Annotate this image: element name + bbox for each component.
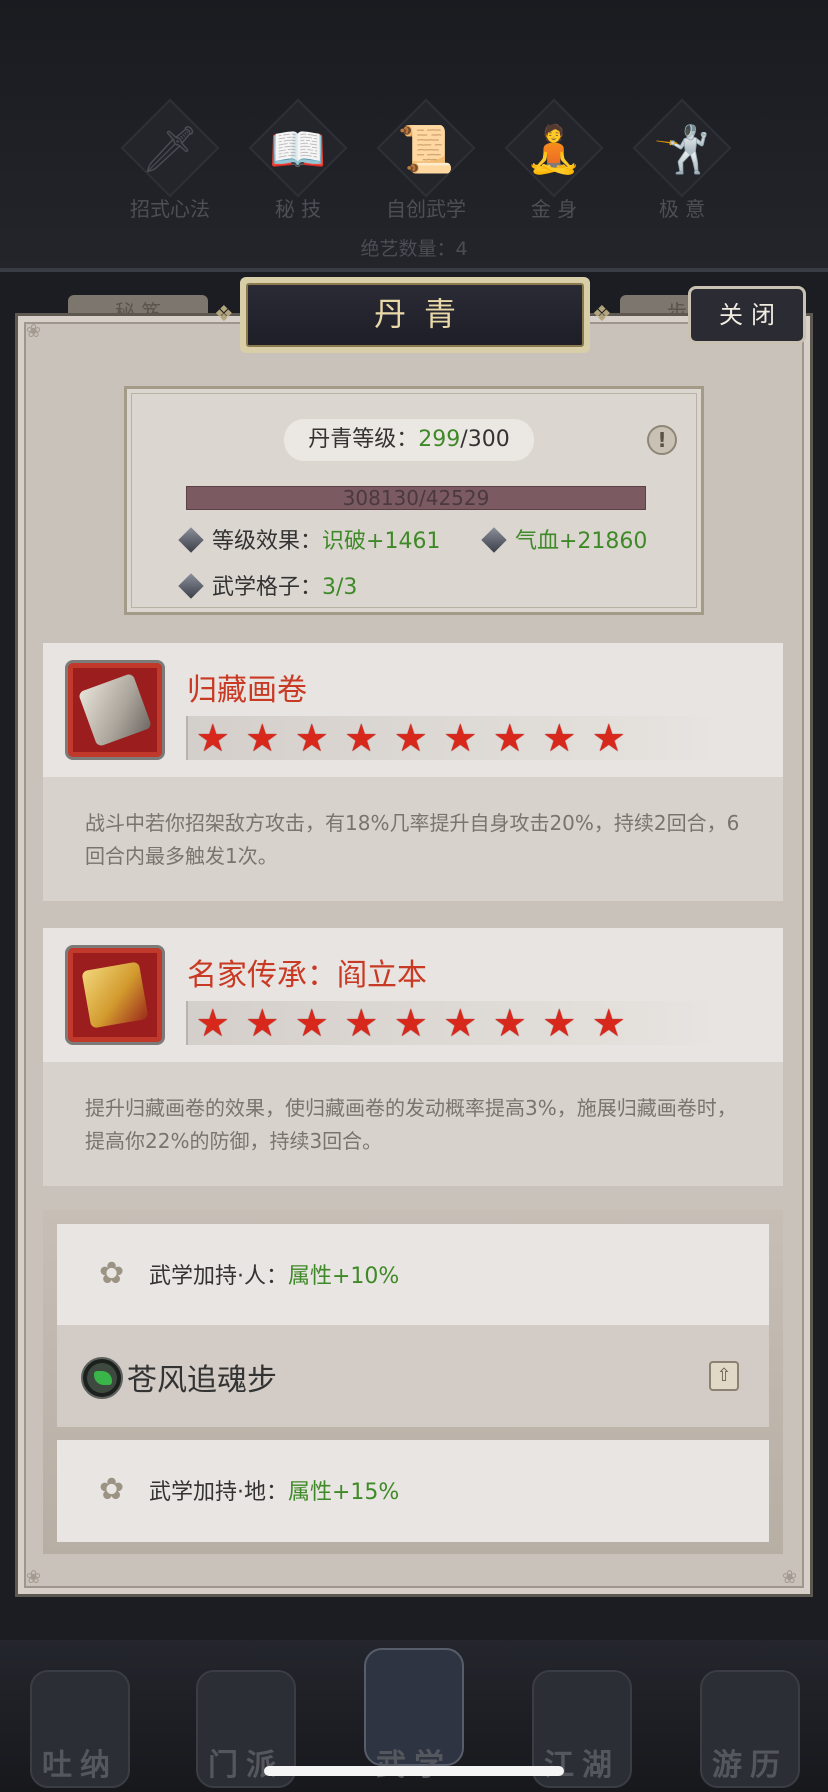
star-icon: ★ — [443, 1001, 478, 1045]
skill-description: 战斗中若你招架敌方攻击，有18%几率提升自身攻击20%，持续2回合，6回合内最多… — [43, 777, 783, 901]
gem-icon — [178, 527, 204, 553]
nav-label: 吐纳 — [42, 1748, 118, 1783]
category-row: 🗡 招式心法 📖 秘 技 📜 自创武学 🧘 金 身 🤺 极 意 — [100, 98, 732, 221]
star-icon: ★ — [344, 1001, 379, 1045]
skill-name: 名家传承：阎立本 — [187, 958, 427, 993]
category-label: 极 意 — [658, 197, 706, 221]
home-indicator[interactable] — [264, 1766, 564, 1776]
skill-card-1[interactable]: 归藏画卷 ★ ★ ★ ★ ★ ★ ★ ★ ★ 战斗中若你招架敌方攻击，有18%几… — [43, 643, 783, 901]
category-moves[interactable]: 🗡 招式心法 — [100, 98, 220, 221]
book-icon: 📖 — [269, 122, 327, 176]
star-icon: ★ — [245, 1001, 280, 1045]
bonus-label: 武学加持·地： — [149, 1480, 288, 1505]
star-icon: ★ — [245, 716, 280, 760]
slots-label: 武学格子： — [212, 575, 323, 600]
gem-icon — [481, 527, 507, 553]
bonus-value: 属性+10% — [288, 1264, 400, 1289]
skill-card-header: 归藏画卷 ★ ★ ★ ★ ★ ★ ★ ★ ★ — [43, 643, 783, 777]
footwork-skill-icon — [81, 1357, 123, 1399]
slots-value: 3/3 — [322, 575, 358, 600]
effect-value-1: 识破+1461 — [322, 529, 441, 554]
star-icon: ★ — [393, 716, 428, 760]
corner-ornament: ❀ — [782, 1567, 798, 1588]
category-label: 金 身 — [530, 197, 578, 221]
star-icon: ★ — [591, 716, 626, 760]
effect-label: 等级效果： — [212, 529, 323, 554]
corner-ornament: ❀ — [26, 1567, 42, 1588]
star-icon: ★ — [492, 1001, 527, 1045]
skill-count: 绝艺数量：4 — [360, 238, 468, 260]
star-rating: ★ ★ ★ ★ ★ ★ ★ ★ ★ — [186, 1001, 722, 1045]
star-icon: ★ — [294, 716, 329, 760]
meditation-icon: 🧘 — [525, 122, 583, 176]
equipped-skill-name: 苍风追魂步 — [127, 1363, 277, 1398]
flower-icon: ✿ — [99, 1472, 125, 1507]
info-icon[interactable]: ! — [647, 425, 677, 455]
martial-pose-icon: 🤺 — [653, 122, 711, 176]
slots-line: 武学格子：3/3 — [178, 569, 358, 601]
level-max: /300 — [460, 427, 510, 452]
nav-label: 武学 — [354, 1740, 474, 1784]
title-ornament-left: ❖ — [214, 302, 234, 327]
category-self-created[interactable]: 📜 自创武学 — [356, 98, 476, 221]
panel-title: 丹青 — [246, 283, 584, 347]
star-icon: ★ — [344, 716, 379, 760]
divider — [0, 268, 828, 272]
level-effect-line: 等级效果：识破+1461 — [178, 523, 441, 555]
star-icon: ★ — [542, 1001, 577, 1045]
martial-bonus-section: ✿ 武学加持·人：属性+10% 苍风追魂步 ⇧ ✿ 武学加持·地：属性+15% — [43, 1210, 783, 1554]
nav-travel[interactable]: 游历 — [690, 1670, 810, 1792]
category-golden-body[interactable]: 🧘 金 身 — [484, 98, 604, 221]
unequip-icon[interactable]: ⇧ — [709, 1361, 739, 1391]
panel-title-plate: 丹青 — [240, 277, 590, 353]
star-icon: ★ — [492, 716, 527, 760]
nav-breathing[interactable]: 吐纳 — [20, 1670, 140, 1792]
nav-label: 游历 — [712, 1748, 788, 1783]
star-icon: ★ — [195, 716, 230, 760]
skill-description: 提升归藏画卷的效果，使归藏画卷的发动概率提高3%，施展归藏画卷时，提高你22%的… — [43, 1062, 783, 1186]
category-ultimate[interactable]: 🤺 极 意 — [612, 98, 732, 221]
level-pill: 丹青等级：299/300 — [284, 419, 534, 461]
title-ornament-right: ❖ — [592, 302, 612, 327]
nav-label: 江湖 — [544, 1748, 620, 1783]
star-icon: ★ — [393, 1001, 428, 1045]
sword-icon: 🗡 — [140, 122, 200, 176]
scroll-icon: 📜 — [397, 122, 455, 176]
nav-label: 门派 — [208, 1748, 284, 1783]
star-icon: ★ — [443, 716, 478, 760]
exp-bar: 308130/42529 — [186, 486, 646, 510]
equipped-skill-row[interactable]: 苍风追魂步 ⇧ — [57, 1325, 769, 1427]
level-label: 丹青等级： — [308, 427, 419, 452]
level-current: 299 — [418, 427, 461, 452]
category-label: 自创武学 — [386, 197, 466, 221]
star-icon: ★ — [195, 1001, 230, 1045]
effect-value-2: 气血+21860 — [515, 529, 648, 554]
bonus-label: 武学加持·人： — [149, 1264, 288, 1289]
inheritance-scroll-icon[interactable] — [65, 945, 165, 1045]
star-icon: ★ — [294, 1001, 329, 1045]
skill-card-2[interactable]: 名家传承：阎立本 ★ ★ ★ ★ ★ ★ ★ ★ ★ 提升归藏画卷的效果，使归藏… — [43, 928, 783, 1186]
category-label: 秘 技 — [274, 197, 322, 221]
star-icon: ★ — [542, 716, 577, 760]
scroll-painting-icon[interactable] — [65, 660, 165, 760]
corner-ornament: ❀ — [26, 321, 42, 342]
skill-name: 归藏画卷 — [187, 673, 307, 708]
bonus-row-ren[interactable]: ✿ 武学加持·人：属性+10% — [57, 1224, 769, 1326]
skill-card-header: 名家传承：阎立本 ★ ★ ★ ★ ★ ★ ★ ★ ★ — [43, 928, 783, 1062]
bonus-value: 属性+15% — [288, 1480, 400, 1505]
bonus-row-di[interactable]: ✿ 武学加持·地：属性+15% — [57, 1440, 769, 1542]
flower-icon: ✿ — [99, 1256, 125, 1291]
gem-icon — [178, 573, 204, 599]
level-effect-line-2: 气血+21860 — [481, 523, 648, 555]
star-icon: ★ — [591, 1001, 626, 1045]
close-button[interactable]: 关闭 — [688, 286, 806, 344]
star-rating: ★ ★ ★ ★ ★ ★ ★ ★ ★ — [186, 716, 722, 760]
category-secret-skill[interactable]: 📖 秘 技 — [228, 98, 348, 221]
category-label: 招式心法 — [130, 197, 210, 221]
level-info-box: 丹青等级：299/300 ! 308130/42529 等级效果：识破+1461… — [124, 386, 704, 615]
